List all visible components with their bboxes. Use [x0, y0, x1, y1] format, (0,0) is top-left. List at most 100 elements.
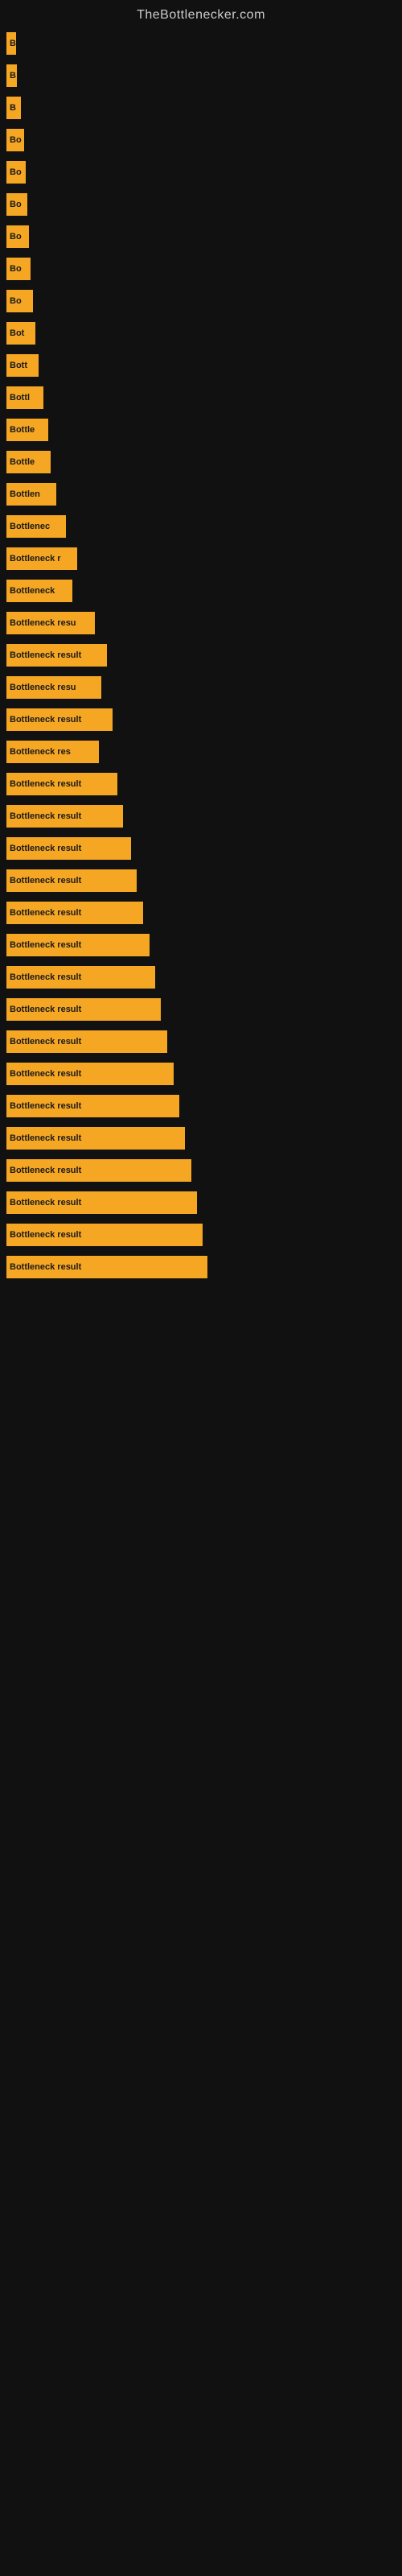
bar-row: Bottleneck: [0, 575, 402, 607]
bar-row: Bottleneck result: [0, 1090, 402, 1122]
bar-row: Bo: [0, 124, 402, 156]
bar-row: Bottleneck result: [0, 865, 402, 897]
result-bar: Bo: [6, 290, 33, 312]
result-bar: Bottleneck result: [6, 1030, 167, 1053]
bar-label: Bo: [10, 232, 22, 242]
bar-row: Bo: [0, 285, 402, 317]
bar-row: Bottl: [0, 382, 402, 414]
result-bar: Bot: [6, 322, 35, 345]
bar-row: Bottleneck result: [0, 1122, 402, 1154]
bar-label: Bo: [10, 264, 22, 274]
bar-label: Bottleneck result: [10, 1005, 81, 1014]
bar-label: Bottle: [10, 425, 35, 435]
bar-row: Bottleneck result: [0, 800, 402, 832]
bar-row: Bottleneck res: [0, 736, 402, 768]
result-bar: Bo: [6, 258, 31, 280]
bar-row: Bottleneck result: [0, 961, 402, 993]
bar-label: Bottleneck result: [10, 779, 81, 789]
bar-label: Bot: [10, 328, 24, 338]
bar-label: Bottleneck resu: [10, 683, 76, 692]
bar-label: Bo: [10, 167, 22, 177]
bar-label: Bottleneck result: [10, 1069, 81, 1079]
bar-label: Bott: [10, 361, 27, 370]
result-bar: Bottleneck result: [6, 1063, 174, 1085]
bar-row: Bottleneck result: [0, 897, 402, 929]
result-bar: Bottleneck result: [6, 934, 150, 956]
bar-label: Bottlenec: [10, 522, 50, 531]
result-bar: B: [6, 64, 17, 87]
bar-row: Bottlen: [0, 478, 402, 510]
bar-label: Bottl: [10, 393, 30, 402]
bar-row: Bo: [0, 221, 402, 253]
result-bar: Bottleneck result: [6, 773, 117, 795]
bar-row: Bottleneck result: [0, 929, 402, 961]
bar-row: Bott: [0, 349, 402, 382]
bar-label: Bottleneck result: [10, 1166, 81, 1175]
result-bar: Bo: [6, 193, 27, 216]
bar-label: Bottleneck result: [10, 844, 81, 853]
result-bar: Bott: [6, 354, 39, 377]
bar-row: Bottleneck resu: [0, 607, 402, 639]
result-bar: B: [6, 32, 16, 55]
bar-label: Bottleneck result: [10, 940, 81, 950]
bar-label: B: [10, 71, 16, 80]
bar-row: Bottleneck result: [0, 1187, 402, 1219]
result-bar: Bottl: [6, 386, 43, 409]
bar-row: Bottleneck r: [0, 543, 402, 575]
bar-row: Bottle: [0, 414, 402, 446]
result-bar: Bottle: [6, 419, 48, 441]
result-bar: Bottleneck result: [6, 966, 155, 989]
result-bar: Bo: [6, 129, 24, 151]
result-bar: Bottleneck r: [6, 547, 77, 570]
result-bar: Bottleneck result: [6, 708, 113, 731]
bar-label: Bottleneck result: [10, 1133, 81, 1143]
bar-row: Bottleneck result: [0, 639, 402, 671]
bar-label: Bottleneck result: [10, 650, 81, 660]
result-bar: Bottleneck: [6, 580, 72, 602]
site-title: TheBottlenecker.com: [0, 0, 402, 27]
bar-row: Bo: [0, 253, 402, 285]
result-bar: Bottleneck result: [6, 837, 131, 860]
bar-label: Bottleneck result: [10, 972, 81, 982]
result-bar: Bottlenec: [6, 515, 66, 538]
result-bar: Bottleneck result: [6, 805, 123, 828]
bar-label: Bottleneck result: [10, 1037, 81, 1046]
result-bar: Bottleneck result: [6, 1224, 203, 1246]
result-bar: Bottleneck result: [6, 1159, 191, 1182]
bar-label: Bottleneck res: [10, 747, 71, 757]
bar-row: Bot: [0, 317, 402, 349]
result-bar: Bottleneck result: [6, 998, 161, 1021]
result-bar: Bottleneck result: [6, 902, 143, 924]
result-bar: Bottleneck result: [6, 1191, 197, 1214]
bar-row: Bo: [0, 156, 402, 188]
bar-row: Bottleneck result: [0, 1219, 402, 1251]
result-bar: Bottleneck result: [6, 644, 107, 667]
bar-label: Bottleneck result: [10, 1198, 81, 1208]
result-bar: Bottleneck resu: [6, 612, 95, 634]
result-bar: Bottleneck result: [6, 1095, 179, 1117]
bar-label: Bottle: [10, 457, 35, 467]
result-bar: Bottleneck resu: [6, 676, 101, 699]
result-bar: Bo: [6, 225, 29, 248]
bar-row: Bottleneck result: [0, 1026, 402, 1058]
bar-row: Bottleneck result: [0, 832, 402, 865]
bar-label: Bo: [10, 200, 22, 209]
result-bar: B: [6, 97, 21, 119]
result-bar: Bottle: [6, 451, 51, 473]
bar-row: B: [0, 92, 402, 124]
bar-label: Bottleneck: [10, 586, 55, 596]
bar-label: Bo: [10, 296, 22, 306]
result-bar: Bo: [6, 161, 26, 184]
result-bar: Bottlen: [6, 483, 56, 506]
result-bar: Bottleneck res: [6, 741, 99, 763]
bar-row: Bottlenec: [0, 510, 402, 543]
result-bar: Bottleneck result: [6, 1256, 207, 1278]
bar-row: Bo: [0, 188, 402, 221]
bar-label: Bottleneck result: [10, 876, 81, 886]
bar-row: Bottleneck result: [0, 768, 402, 800]
bar-row: Bottleneck result: [0, 993, 402, 1026]
bar-label: Bottleneck result: [10, 908, 81, 918]
bar-label: Bottleneck r: [10, 554, 61, 564]
bar-row: Bottle: [0, 446, 402, 478]
result-bar: Bottleneck result: [6, 1127, 185, 1150]
